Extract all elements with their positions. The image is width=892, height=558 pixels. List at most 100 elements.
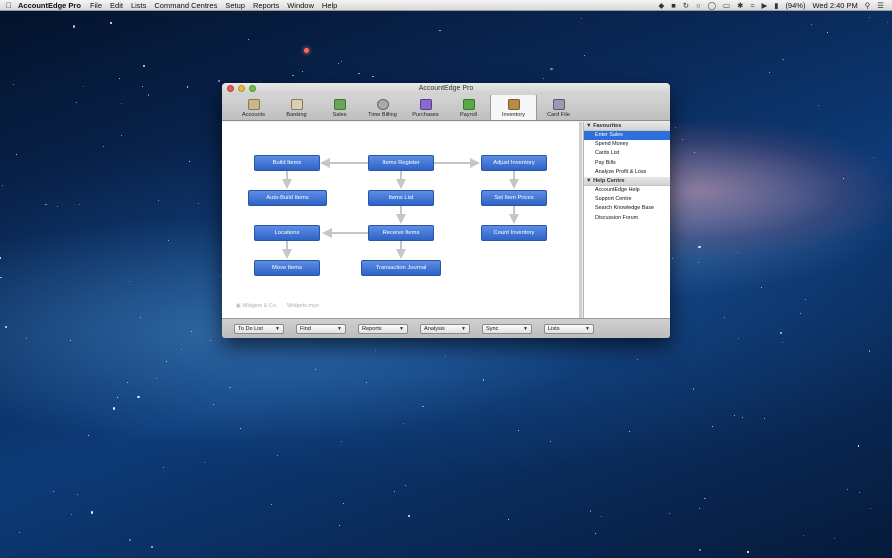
star <box>408 515 410 517</box>
analysis-dropdown[interactable]: Analysis ▼ <box>420 323 470 334</box>
adjust-inventory-button[interactable]: Adjust Inventory <box>481 155 547 171</box>
help-discussion-forum[interactable]: Discussion Forum <box>584 214 670 223</box>
star <box>517 430 519 432</box>
lists-dropdown[interactable]: Lists ▼ <box>544 323 594 334</box>
star <box>16 153 18 155</box>
auto-build-items-button[interactable]: Auto-Build Items <box>248 190 327 206</box>
chevron-down-icon: ▼ <box>523 325 528 332</box>
menu-reports[interactable]: Reports <box>253 1 279 10</box>
menu-file[interactable]: File <box>90 1 102 10</box>
chevron-down-icon: ▼ <box>337 325 342 332</box>
menu-help[interactable]: Help <box>322 1 337 10</box>
star <box>277 455 279 457</box>
favourite-pay-bills[interactable]: Pay Bills <box>584 159 670 168</box>
move-items-button[interactable]: Move Items <box>254 260 320 276</box>
transaction-journal-button[interactable]: Transaction Journal <box>361 260 441 276</box>
find-dropdown[interactable]: Find ▼ <box>296 323 346 334</box>
help-support-centre[interactable]: Support Centre <box>584 195 670 204</box>
star <box>873 156 875 158</box>
truck-icon[interactable]: ■ <box>671 1 676 10</box>
favourites-header[interactable]: ▼ Favourites <box>584 122 670 131</box>
zoom-window-button[interactable] <box>249 85 256 92</box>
apple-menu-icon[interactable]:  <box>0 1 18 10</box>
red-star <box>304 48 309 53</box>
window-titlebar[interactable]: AccountEdge Pro <box>222 83 670 95</box>
volume-icon[interactable]: ▶ <box>762 1 768 10</box>
sync-dropdown[interactable]: Sync ▼ <box>482 323 532 334</box>
banking-icon <box>290 99 303 110</box>
favourite-enter-sales[interactable]: Enter Sales <box>584 131 670 141</box>
menu-window[interactable]: Window <box>287 1 314 10</box>
star <box>180 348 183 351</box>
tab-label: Time Billing <box>368 112 397 118</box>
sync-icon[interactable]: ◯ <box>708 1 716 10</box>
wifi-icon[interactable]: ≈ <box>750 1 754 10</box>
to-do-list-dropdown[interactable]: To Do List ▼ <box>234 323 284 334</box>
tab-time-billing[interactable]: Time Billing <box>361 96 404 120</box>
tab-inventory[interactable]: Inventory <box>490 94 537 120</box>
bluetooth-icon[interactable]: ✱ <box>737 1 743 10</box>
receive-items-button[interactable]: Receive Items <box>368 225 434 241</box>
star <box>741 417 743 419</box>
favourite-analyze-profit-loss[interactable]: Analyze Profit & Loss <box>584 168 670 177</box>
disclosure-triangle-icon: ▼ <box>586 123 592 129</box>
tab-purchases[interactable]: Purchases <box>404 96 447 120</box>
tab-payroll[interactable]: Payroll <box>447 96 490 120</box>
star <box>151 546 153 548</box>
help-centre-header[interactable]: ▼ Help Centre <box>584 176 670 186</box>
tab-accounts[interactable]: Accounts <box>232 96 275 120</box>
star <box>75 102 77 103</box>
main-scrollbar[interactable] <box>579 122 582 318</box>
items-register-button[interactable]: Items Register <box>368 155 434 171</box>
star <box>636 359 638 361</box>
star <box>102 145 104 147</box>
star <box>337 62 339 64</box>
app-menu[interactable]: AccountEdge Pro <box>18 1 81 10</box>
locations-button[interactable]: Locations <box>254 225 320 241</box>
menu-setup[interactable]: Setup <box>225 1 245 10</box>
dropbox-icon[interactable]: ◆ <box>658 1 664 10</box>
tab-label: Banking <box>286 112 307 118</box>
help-accountedge-help[interactable]: AccountEdge Help <box>584 186 670 195</box>
display-icon[interactable]: ▭ <box>723 1 730 10</box>
tab-banking[interactable]: Banking <box>275 96 318 120</box>
set-item-prices-button[interactable]: Set Item Prices <box>481 190 547 206</box>
notification-center-icon[interactable]: ☰ <box>877 1 884 10</box>
menu-command-centres[interactable]: Command Centres <box>154 1 217 10</box>
tab-card-file[interactable]: Card File <box>537 96 580 120</box>
reports-dropdown[interactable]: Reports ▼ <box>358 323 408 334</box>
star <box>315 369 316 371</box>
time-machine-icon[interactable]: ↻ <box>683 1 689 10</box>
star <box>158 199 160 201</box>
help-search-knowledge-base[interactable]: Search Knowledge Base <box>584 204 670 213</box>
tab-sales[interactable]: Sales <box>318 96 361 120</box>
minimize-window-button[interactable] <box>238 85 245 92</box>
time-billing-icon <box>376 99 389 110</box>
favourite-spend-money[interactable]: Spend Money <box>584 140 670 149</box>
star <box>26 338 28 340</box>
spotlight-search-icon[interactable]: ⚲ <box>865 1 871 10</box>
star <box>711 426 713 428</box>
favourite-cards-list[interactable]: Cards List <box>584 149 670 158</box>
star <box>19 532 21 534</box>
star <box>374 350 376 351</box>
star <box>147 94 150 96</box>
items-list-button[interactable]: Items List <box>368 190 434 206</box>
window-title: AccountEdge Pro <box>418 85 474 92</box>
build-items-button[interactable]: Build Items <box>254 155 320 171</box>
close-window-button[interactable] <box>227 85 234 92</box>
menu-edit[interactable]: Edit <box>110 1 123 10</box>
star <box>240 427 242 430</box>
command-centre-tabs: Accounts Banking Sales Time Billing Purc… <box>222 94 670 121</box>
disclosure-triangle-icon: ▼ <box>586 177 592 184</box>
chat-icon[interactable]: ○ <box>696 1 701 10</box>
count-inventory-button[interactable]: Count Inventory <box>481 225 547 241</box>
star <box>142 86 144 88</box>
star <box>827 32 829 34</box>
menubar-clock[interactable]: Wed 2:40 PM <box>812 1 857 10</box>
star <box>671 257 673 260</box>
battery-icon[interactable]: ▮ <box>774 1 778 10</box>
menu-lists[interactable]: Lists <box>131 1 146 10</box>
star <box>736 251 738 253</box>
star <box>549 440 551 442</box>
